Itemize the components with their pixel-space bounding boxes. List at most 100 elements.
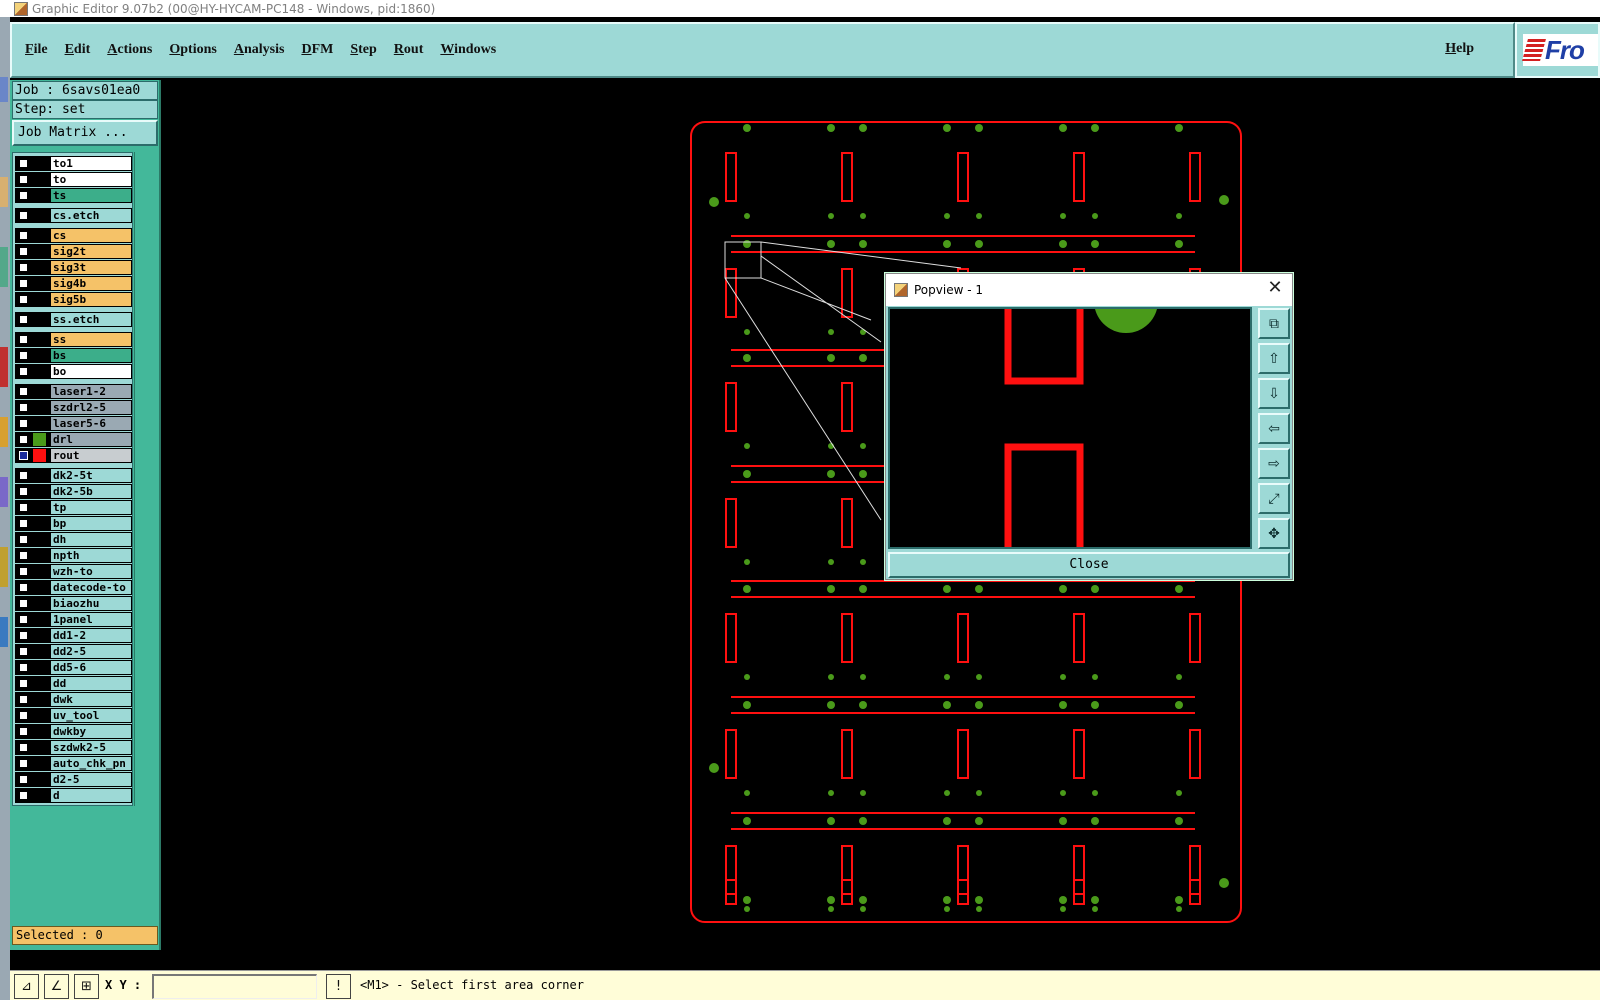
layer-name[interactable]: bs <box>50 348 132 363</box>
layer-checkbox[interactable] <box>19 335 28 344</box>
layer-row[interactable]: cs.etch <box>15 208 132 223</box>
layer-row[interactable]: npth <box>15 548 132 563</box>
layer-color-swatch[interactable] <box>33 229 46 242</box>
layer-name[interactable]: wzh-to <box>50 564 132 579</box>
layer-row[interactable]: sig3t <box>15 260 132 275</box>
layer-row[interactable]: dh <box>15 532 132 547</box>
layer-checkbox[interactable] <box>19 175 28 184</box>
layer-color-swatch[interactable] <box>33 157 46 170</box>
layer-checkbox[interactable] <box>19 367 28 376</box>
layer-name[interactable]: ss.etch <box>50 312 132 327</box>
graphic-canvas[interactable] <box>161 80 1600 950</box>
layer-row[interactable]: rout <box>15 448 132 463</box>
layer-checkbox[interactable] <box>19 711 28 720</box>
layer-color-swatch[interactable] <box>33 277 46 290</box>
layer-row[interactable]: ss.etch <box>15 312 132 327</box>
layer-checkbox[interactable] <box>19 551 28 560</box>
layer-name[interactable]: sig3t <box>50 260 132 275</box>
layer-row[interactable]: datecode-to <box>15 580 132 595</box>
layer-checkbox[interactable] <box>19 519 28 528</box>
layer-color-swatch[interactable] <box>33 417 46 430</box>
zoom-home-icon[interactable]: ✥ <box>1258 518 1290 549</box>
layer-color-swatch[interactable] <box>33 677 46 690</box>
layer-name[interactable]: datecode-to <box>50 580 132 595</box>
layer-name[interactable]: szdrl2-5 <box>50 400 132 415</box>
pan-up-icon[interactable]: ⇧ <box>1258 343 1290 374</box>
job-matrix-button[interactable]: Job Matrix ... <box>12 120 158 146</box>
layer-name[interactable]: sig5b <box>50 292 132 307</box>
layer-row[interactable]: 1panel <box>15 612 132 627</box>
layer-name[interactable]: laser5-6 <box>50 416 132 431</box>
layer-color-swatch[interactable] <box>33 773 46 786</box>
layer-checkbox[interactable] <box>19 471 28 480</box>
layer-name[interactable]: dk2-5b <box>50 484 132 499</box>
layer-row[interactable]: laser1-2 <box>15 384 132 399</box>
layer-name[interactable]: d2-5 <box>50 772 132 787</box>
layer-color-swatch[interactable] <box>33 313 46 326</box>
popview-viewport[interactable] <box>888 307 1252 549</box>
layer-list-scrollbar[interactable] <box>134 152 158 806</box>
menu-help[interactable]: Help <box>1445 41 1474 57</box>
layer-name[interactable]: dwk <box>50 692 132 707</box>
layer-name[interactable]: tp <box>50 500 132 515</box>
layer-row[interactable]: sig2t <box>15 244 132 259</box>
layer-name[interactable]: auto_chk_pn <box>50 756 132 771</box>
layer-row[interactable]: drl <box>15 432 132 447</box>
layer-row[interactable]: dwkby <box>15 724 132 739</box>
layer-checkbox[interactable] <box>19 599 28 608</box>
layer-name[interactable]: ss <box>50 332 132 347</box>
zoom-window-icon[interactable]: ⧉ <box>1258 308 1290 339</box>
layer-row[interactable]: to1 <box>15 156 132 171</box>
layer-name[interactable]: dd2-5 <box>50 644 132 659</box>
layer-row[interactable]: ss <box>15 332 132 347</box>
layer-name[interactable]: to <box>50 172 132 187</box>
layer-color-swatch[interactable] <box>33 365 46 378</box>
layer-color-swatch[interactable] <box>33 501 46 514</box>
layer-checkbox[interactable] <box>19 403 28 412</box>
layer-checkbox[interactable] <box>19 211 28 220</box>
layer-color-swatch[interactable] <box>33 645 46 658</box>
layer-color-swatch[interactable] <box>33 693 46 706</box>
layer-name[interactable]: dd5-6 <box>50 660 132 675</box>
menu-step[interactable]: Step <box>350 42 376 58</box>
layer-color-swatch[interactable] <box>33 533 46 546</box>
menu-options[interactable]: Options <box>169 42 216 58</box>
layer-color-swatch[interactable] <box>33 565 46 578</box>
layer-color-swatch[interactable] <box>33 349 46 362</box>
menu-rout[interactable]: Rout <box>394 42 424 58</box>
layer-name[interactable]: 1panel <box>50 612 132 627</box>
layer-row[interactable]: dwk <box>15 692 132 707</box>
layer-row[interactable]: cs <box>15 228 132 243</box>
layer-checkbox[interactable] <box>19 631 28 640</box>
layer-color-swatch[interactable] <box>33 245 46 258</box>
layer-row[interactable]: laser5-6 <box>15 416 132 431</box>
layer-color-swatch[interactable] <box>33 433 46 446</box>
alert-icon[interactable]: ! <box>326 974 351 999</box>
layer-color-swatch[interactable] <box>33 757 46 770</box>
layer-name[interactable]: npth <box>50 548 132 563</box>
layer-row[interactable]: d2-5 <box>15 772 132 787</box>
layer-row[interactable]: biaozhu <box>15 596 132 611</box>
layer-name[interactable]: bp <box>50 516 132 531</box>
layer-checkbox[interactable] <box>19 159 28 168</box>
layer-checkbox[interactable] <box>19 315 28 324</box>
layer-color-swatch[interactable] <box>33 741 46 754</box>
layer-color-swatch[interactable] <box>33 333 46 346</box>
layer-color-swatch[interactable] <box>33 629 46 642</box>
layer-name[interactable]: dd1-2 <box>50 628 132 643</box>
layer-checkbox[interactable] <box>19 583 28 592</box>
popview-close-button[interactable]: Close <box>888 552 1290 578</box>
layer-checkbox[interactable] <box>19 791 28 800</box>
layer-color-swatch[interactable] <box>33 401 46 414</box>
layer-row[interactable]: dd2-5 <box>15 644 132 659</box>
layer-name[interactable]: bo <box>50 364 132 379</box>
layer-row[interactable]: dk2-5t <box>15 468 132 483</box>
layer-color-swatch[interactable] <box>33 789 46 802</box>
layer-name[interactable]: sig4b <box>50 276 132 291</box>
layer-color-swatch[interactable] <box>33 469 46 482</box>
layer-color-swatch[interactable] <box>33 549 46 562</box>
layer-row[interactable]: sig4b <box>15 276 132 291</box>
layer-checkbox[interactable] <box>19 263 28 272</box>
layer-checkbox[interactable] <box>19 435 28 444</box>
layer-color-swatch[interactable] <box>33 449 46 462</box>
